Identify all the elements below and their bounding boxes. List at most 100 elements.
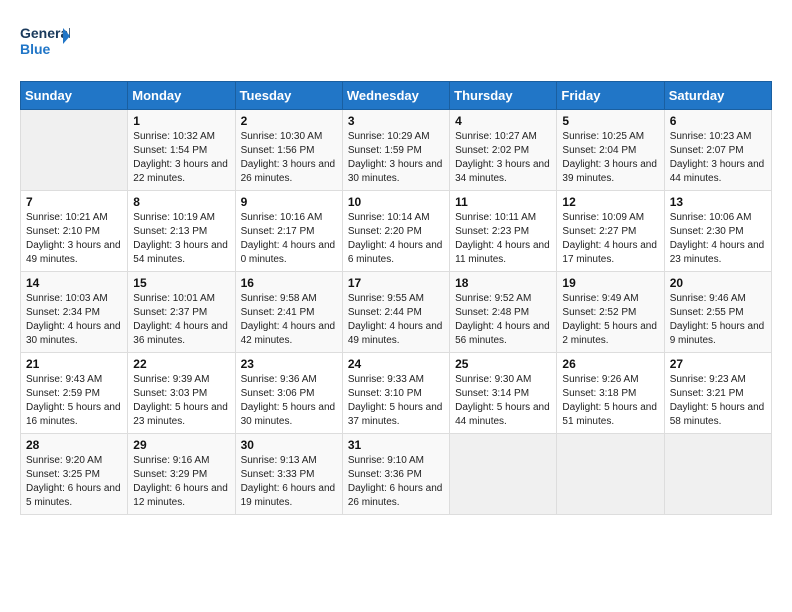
day-info: Sunrise: 9:58 AM Sunset: 2:41 PM Dayligh… [241, 292, 337, 348]
day-number: 31 [348, 438, 444, 452]
svg-text:Blue: Blue [20, 41, 51, 57]
day-number: 29 [133, 438, 229, 452]
weekday-row: SundayMondayTuesdayWednesdayThursdayFrid… [21, 82, 772, 110]
day-info: Sunrise: 9:26 AM Sunset: 3:18 PM Dayligh… [562, 373, 658, 429]
weekday-header: Thursday [450, 82, 557, 110]
calendar-cell: 20 Sunrise: 9:46 AM Sunset: 2:55 PM Dayl… [664, 272, 771, 353]
weekday-header: Monday [128, 82, 235, 110]
weekday-header: Wednesday [342, 82, 449, 110]
day-number: 9 [241, 195, 337, 209]
svg-text:General: General [20, 25, 70, 41]
day-number: 4 [455, 114, 551, 128]
day-number: 10 [348, 195, 444, 209]
weekday-header: Friday [557, 82, 664, 110]
calendar-cell [21, 110, 128, 191]
day-info: Sunrise: 10:21 AM Sunset: 2:10 PM Daylig… [26, 211, 122, 267]
calendar-cell: 24 Sunrise: 9:33 AM Sunset: 3:10 PM Dayl… [342, 353, 449, 434]
logo: General Blue [20, 20, 70, 65]
day-number: 19 [562, 276, 658, 290]
calendar-cell: 1 Sunrise: 10:32 AM Sunset: 1:54 PM Dayl… [128, 110, 235, 191]
calendar-cell: 23 Sunrise: 9:36 AM Sunset: 3:06 PM Dayl… [235, 353, 342, 434]
logo-svg: General Blue [20, 20, 70, 65]
day-info: Sunrise: 9:30 AM Sunset: 3:14 PM Dayligh… [455, 373, 551, 429]
day-number: 13 [670, 195, 766, 209]
calendar-cell: 21 Sunrise: 9:43 AM Sunset: 2:59 PM Dayl… [21, 353, 128, 434]
day-info: Sunrise: 9:23 AM Sunset: 3:21 PM Dayligh… [670, 373, 766, 429]
calendar-body: 1 Sunrise: 10:32 AM Sunset: 1:54 PM Dayl… [21, 110, 772, 515]
day-info: Sunrise: 9:55 AM Sunset: 2:44 PM Dayligh… [348, 292, 444, 348]
day-info: Sunrise: 9:33 AM Sunset: 3:10 PM Dayligh… [348, 373, 444, 429]
day-number: 6 [670, 114, 766, 128]
day-number: 11 [455, 195, 551, 209]
day-number: 28 [26, 438, 122, 452]
calendar-cell: 8 Sunrise: 10:19 AM Sunset: 2:13 PM Dayl… [128, 191, 235, 272]
day-info: Sunrise: 9:52 AM Sunset: 2:48 PM Dayligh… [455, 292, 551, 348]
calendar-cell: 19 Sunrise: 9:49 AM Sunset: 2:52 PM Dayl… [557, 272, 664, 353]
calendar-cell [557, 434, 664, 515]
day-number: 24 [348, 357, 444, 371]
calendar-cell: 25 Sunrise: 9:30 AM Sunset: 3:14 PM Dayl… [450, 353, 557, 434]
day-info: Sunrise: 10:16 AM Sunset: 2:17 PM Daylig… [241, 211, 337, 267]
day-number: 1 [133, 114, 229, 128]
calendar-cell: 2 Sunrise: 10:30 AM Sunset: 1:56 PM Dayl… [235, 110, 342, 191]
calendar-cell [450, 434, 557, 515]
calendar-cell: 28 Sunrise: 9:20 AM Sunset: 3:25 PM Dayl… [21, 434, 128, 515]
calendar-cell: 15 Sunrise: 10:01 AM Sunset: 2:37 PM Day… [128, 272, 235, 353]
day-info: Sunrise: 10:27 AM Sunset: 2:02 PM Daylig… [455, 130, 551, 186]
day-info: Sunrise: 9:20 AM Sunset: 3:25 PM Dayligh… [26, 454, 122, 510]
calendar-cell: 5 Sunrise: 10:25 AM Sunset: 2:04 PM Dayl… [557, 110, 664, 191]
calendar-cell: 12 Sunrise: 10:09 AM Sunset: 2:27 PM Day… [557, 191, 664, 272]
day-number: 17 [348, 276, 444, 290]
calendar-cell: 27 Sunrise: 9:23 AM Sunset: 3:21 PM Dayl… [664, 353, 771, 434]
calendar-cell: 22 Sunrise: 9:39 AM Sunset: 3:03 PM Dayl… [128, 353, 235, 434]
day-number: 2 [241, 114, 337, 128]
calendar-cell: 9 Sunrise: 10:16 AM Sunset: 2:17 PM Dayl… [235, 191, 342, 272]
day-number: 12 [562, 195, 658, 209]
day-info: Sunrise: 9:46 AM Sunset: 2:55 PM Dayligh… [670, 292, 766, 348]
calendar-cell: 18 Sunrise: 9:52 AM Sunset: 2:48 PM Dayl… [450, 272, 557, 353]
day-number: 20 [670, 276, 766, 290]
calendar-table: SundayMondayTuesdayWednesdayThursdayFrid… [20, 81, 772, 515]
day-number: 16 [241, 276, 337, 290]
day-number: 22 [133, 357, 229, 371]
day-info: Sunrise: 9:10 AM Sunset: 3:36 PM Dayligh… [348, 454, 444, 510]
day-info: Sunrise: 9:39 AM Sunset: 3:03 PM Dayligh… [133, 373, 229, 429]
calendar-cell: 10 Sunrise: 10:14 AM Sunset: 2:20 PM Day… [342, 191, 449, 272]
calendar-week-row: 28 Sunrise: 9:20 AM Sunset: 3:25 PM Dayl… [21, 434, 772, 515]
day-info: Sunrise: 10:32 AM Sunset: 1:54 PM Daylig… [133, 130, 229, 186]
day-info: Sunrise: 9:16 AM Sunset: 3:29 PM Dayligh… [133, 454, 229, 510]
calendar-cell: 4 Sunrise: 10:27 AM Sunset: 2:02 PM Dayl… [450, 110, 557, 191]
day-number: 14 [26, 276, 122, 290]
day-number: 23 [241, 357, 337, 371]
day-number: 7 [26, 195, 122, 209]
day-info: Sunrise: 10:09 AM Sunset: 2:27 PM Daylig… [562, 211, 658, 267]
day-number: 5 [562, 114, 658, 128]
calendar-cell: 14 Sunrise: 10:03 AM Sunset: 2:34 PM Day… [21, 272, 128, 353]
calendar-week-row: 21 Sunrise: 9:43 AM Sunset: 2:59 PM Dayl… [21, 353, 772, 434]
day-info: Sunrise: 10:14 AM Sunset: 2:20 PM Daylig… [348, 211, 444, 267]
calendar-cell: 30 Sunrise: 9:13 AM Sunset: 3:33 PM Dayl… [235, 434, 342, 515]
day-info: Sunrise: 10:06 AM Sunset: 2:30 PM Daylig… [670, 211, 766, 267]
day-info: Sunrise: 9:43 AM Sunset: 2:59 PM Dayligh… [26, 373, 122, 429]
day-info: Sunrise: 10:19 AM Sunset: 2:13 PM Daylig… [133, 211, 229, 267]
calendar-cell: 26 Sunrise: 9:26 AM Sunset: 3:18 PM Dayl… [557, 353, 664, 434]
day-info: Sunrise: 10:30 AM Sunset: 1:56 PM Daylig… [241, 130, 337, 186]
page-header: General Blue [20, 20, 772, 65]
calendar-cell: 3 Sunrise: 10:29 AM Sunset: 1:59 PM Dayl… [342, 110, 449, 191]
day-info: Sunrise: 10:03 AM Sunset: 2:34 PM Daylig… [26, 292, 122, 348]
day-info: Sunrise: 10:11 AM Sunset: 2:23 PM Daylig… [455, 211, 551, 267]
calendar-cell: 11 Sunrise: 10:11 AM Sunset: 2:23 PM Day… [450, 191, 557, 272]
calendar-cell: 29 Sunrise: 9:16 AM Sunset: 3:29 PM Dayl… [128, 434, 235, 515]
day-number: 18 [455, 276, 551, 290]
day-info: Sunrise: 10:23 AM Sunset: 2:07 PM Daylig… [670, 130, 766, 186]
logo-graphic: General Blue [20, 20, 70, 65]
calendar-cell: 31 Sunrise: 9:10 AM Sunset: 3:36 PM Dayl… [342, 434, 449, 515]
calendar-cell: 17 Sunrise: 9:55 AM Sunset: 2:44 PM Dayl… [342, 272, 449, 353]
day-number: 25 [455, 357, 551, 371]
day-number: 8 [133, 195, 229, 209]
calendar-cell: 13 Sunrise: 10:06 AM Sunset: 2:30 PM Day… [664, 191, 771, 272]
day-info: Sunrise: 10:01 AM Sunset: 2:37 PM Daylig… [133, 292, 229, 348]
weekday-header: Tuesday [235, 82, 342, 110]
calendar-week-row: 7 Sunrise: 10:21 AM Sunset: 2:10 PM Dayl… [21, 191, 772, 272]
day-number: 27 [670, 357, 766, 371]
